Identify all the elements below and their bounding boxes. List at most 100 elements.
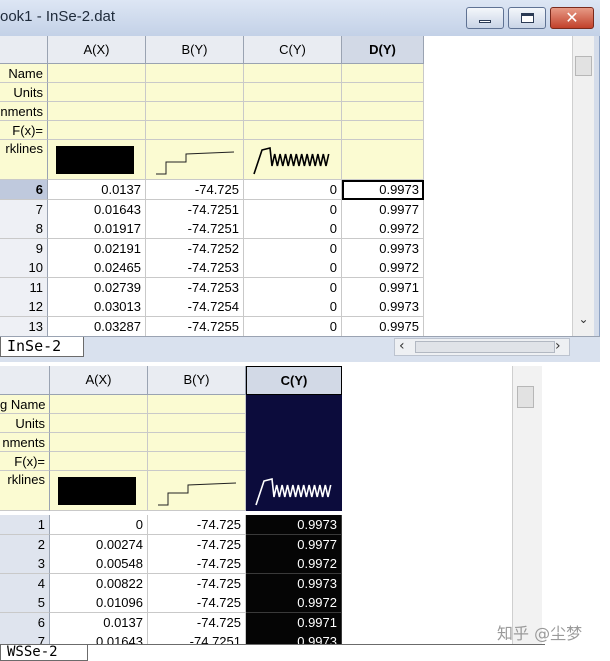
meta-cell[interactable] [244,83,342,102]
meta-cell[interactable] [246,395,342,414]
table-cell[interactable]: 0.01643 [48,199,146,220]
table-cell[interactable]: 0 [50,515,148,535]
table-cell[interactable]: 0.0137 [50,612,148,633]
sparkline-cell[interactable] [50,471,148,511]
scrollbar-thumb[interactable] [575,56,592,76]
table-cell[interactable]: 0.9971 [246,612,342,633]
meta-cell[interactable] [342,102,424,121]
meta-cell[interactable] [148,414,246,433]
table-cell[interactable]: 0 [244,258,342,278]
meta-cell[interactable] [148,452,246,471]
table-cell[interactable]: 0 [244,238,342,259]
table-cell[interactable]: -74.7251 [148,632,246,644]
table-cell[interactable]: 0.03013 [48,297,146,317]
table-cell[interactable]: -74.725 [148,573,246,594]
maximize-button[interactable] [508,7,546,29]
row-header[interactable]: 12 [0,297,48,317]
table-cell[interactable]: 0.9973 [246,515,342,535]
table-cell[interactable]: 0 [244,297,342,317]
vertical-scrollbar[interactable]: ⌄ [572,36,594,336]
row-header[interactable]: 3 [0,554,50,574]
row-header[interactable]: 11 [0,277,48,298]
vertical-scrollbar-2[interactable] [512,366,542,644]
table-cell[interactable]: 0.01096 [50,593,148,613]
table-cell[interactable]: -74.725 [148,515,246,535]
meta-cell[interactable] [50,452,148,471]
row-header[interactable]: 7 [0,199,48,220]
table-cell[interactable]: 0.9971 [342,277,424,298]
table-cell[interactable]: 0.9977 [342,199,424,220]
table-cell[interactable]: -74.7253 [146,258,244,278]
table-cell[interactable]: -74.725 [148,612,246,633]
column-header-b[interactable]: B(Y) [148,366,246,395]
row-header[interactable]: 6 [0,612,50,633]
row-header[interactable]: 7 [0,632,50,644]
chevron-right-icon[interactable]: › [555,338,561,354]
meta-cell[interactable] [50,395,148,414]
meta-cell[interactable] [48,64,146,83]
horizontal-scrollbar-thumb[interactable] [415,341,555,353]
horizontal-scrollbar[interactable]: ‹ › [394,338,570,356]
row-header[interactable]: 5 [0,593,50,613]
sparkline-cell[interactable] [146,140,244,180]
meta-cell[interactable] [148,433,246,452]
meta-cell[interactable] [246,414,342,433]
sparkline-cell[interactable] [48,140,146,180]
meta-cell[interactable] [146,83,244,102]
table-cell[interactable]: 0.9972 [246,554,342,574]
meta-cell[interactable] [342,121,424,140]
minimize-button[interactable] [466,7,504,29]
table-cell[interactable]: 0 [244,219,342,239]
table-cell[interactable]: -74.7253 [146,277,244,298]
table-cell[interactable]: -74.7254 [146,297,244,317]
table-cell[interactable]: 0.9973 [246,632,342,644]
row-header[interactable]: 6 [0,180,48,200]
table-cell[interactable]: 0.01917 [48,219,146,239]
column-header-c[interactable]: C(Y) [246,366,342,395]
table-cell[interactable]: 0.00274 [50,534,148,555]
meta-cell[interactable] [50,433,148,452]
table-cell[interactable]: 0.00822 [50,573,148,594]
table-cell[interactable]: -74.725 [148,534,246,555]
column-header-c[interactable]: C(Y) [244,36,342,64]
row-header[interactable]: 8 [0,219,48,239]
table-cell[interactable]: 0.9975 [342,316,424,336]
table-cell[interactable]: 0.9972 [246,593,342,613]
row-header[interactable]: 13 [0,316,48,336]
table-cell[interactable]: -74.7251 [146,219,244,239]
meta-cell[interactable] [48,83,146,102]
table-cell[interactable]: 0.9973 [246,573,342,594]
column-header-d[interactable]: D(Y) [342,36,424,64]
meta-cell[interactable] [244,121,342,140]
table-cell[interactable]: -74.725 [148,554,246,574]
sparkline-cell[interactable] [148,471,246,511]
table-cell[interactable]: -74.7252 [146,238,244,259]
sheet-tab-inse[interactable]: InSe-2 [0,337,84,357]
table-cell[interactable]: -74.725 [148,593,246,613]
meta-cell[interactable] [342,64,424,83]
row-header[interactable]: 1 [0,515,50,535]
table-cell[interactable]: 0.03287 [48,316,146,336]
row-header[interactable]: 9 [0,238,48,259]
meta-cell[interactable] [48,102,146,121]
chevron-down-icon[interactable]: ⌄ [573,312,594,326]
sparkline-cell[interactable] [244,140,342,180]
table-cell[interactable]: 0.0137 [48,180,146,200]
column-header-a[interactable]: A(X) [50,366,148,395]
table-cell[interactable]: 0.02465 [48,258,146,278]
meta-cell[interactable] [244,64,342,83]
meta-cell[interactable] [146,64,244,83]
table-cell[interactable]: 0 [244,277,342,298]
table-cell[interactable]: 0.02739 [48,277,146,298]
table-cell[interactable]: 0 [244,180,342,200]
scrollbar-thumb[interactable] [517,386,534,408]
sparkline-cell[interactable] [246,471,342,511]
table-cell[interactable]: 0.01643 [50,632,148,644]
column-header-b[interactable]: B(Y) [146,36,244,64]
meta-cell[interactable] [146,121,244,140]
table-cell[interactable]: 0.9973 [342,238,424,259]
table-cell[interactable]: 0.00548 [50,554,148,574]
meta-cell[interactable] [244,102,342,121]
row-header[interactable]: 2 [0,534,50,555]
row-header[interactable]: 10 [0,258,48,278]
